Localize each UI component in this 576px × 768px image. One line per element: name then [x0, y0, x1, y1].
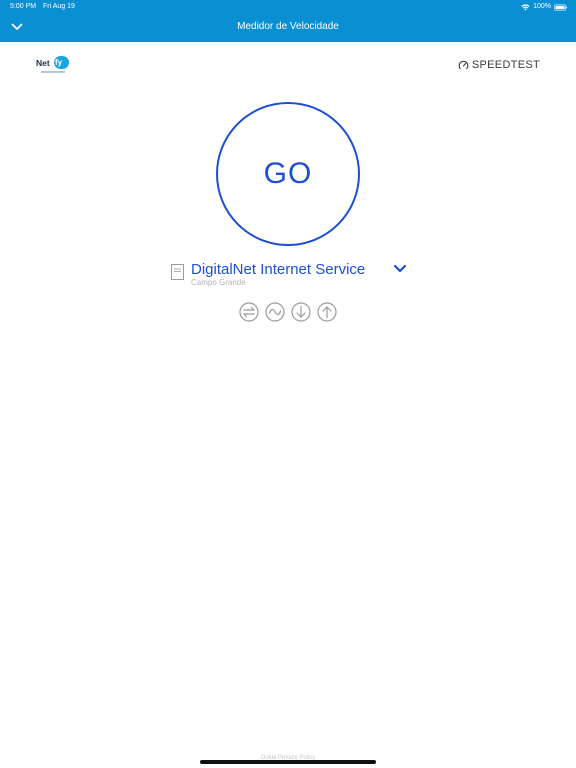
speedtest-brand: SPEEDTEST: [458, 59, 540, 71]
status-bar: 5:00 PM Fri Aug 19 100%: [0, 0, 576, 14]
ping-icon[interactable]: [265, 302, 285, 322]
netfy-logo: Net fy: [35, 55, 71, 77]
server-selector[interactable]: DigitalNet Internet Service Campo Grande: [171, 260, 431, 290]
status-date: Fri Aug 19: [43, 3, 75, 10]
battery-icon: [554, 3, 568, 11]
go-label: GO: [263, 157, 313, 190]
status-indicators: 100%: [521, 0, 568, 14]
home-indicator: [200, 760, 376, 764]
battery-percent: 100%: [533, 3, 551, 10]
test-modes: [239, 302, 337, 322]
wifi-icon: [521, 3, 530, 10]
speedtest-label: SPEEDTEST: [471, 59, 540, 71]
gauge-icon: [458, 60, 469, 69]
connections-icon[interactable]: [239, 302, 259, 322]
server-location: Campo Grande: [191, 278, 246, 287]
logo-bubble-text: fy: [55, 58, 63, 67]
logo-text: Net: [36, 58, 50, 68]
server-icon: [171, 264, 184, 280]
go-button[interactable]: GO: [216, 102, 360, 246]
chevron-down-icon[interactable]: [393, 263, 407, 275]
server-name[interactable]: DigitalNet Internet Service: [191, 261, 365, 278]
download-icon[interactable]: [291, 302, 311, 322]
speedtest-screen: 5:00 PM Fri Aug 19 100% Medidor de Veloc…: [0, 0, 576, 768]
upload-icon[interactable]: [317, 302, 337, 322]
top-header: 5:00 PM Fri Aug 19 100% Medidor de Veloc…: [0, 0, 576, 42]
page-title: Medidor de Velocidade: [237, 21, 339, 32]
status-time: 5:00 PM: [10, 3, 37, 10]
logo-underline: [41, 71, 65, 73]
